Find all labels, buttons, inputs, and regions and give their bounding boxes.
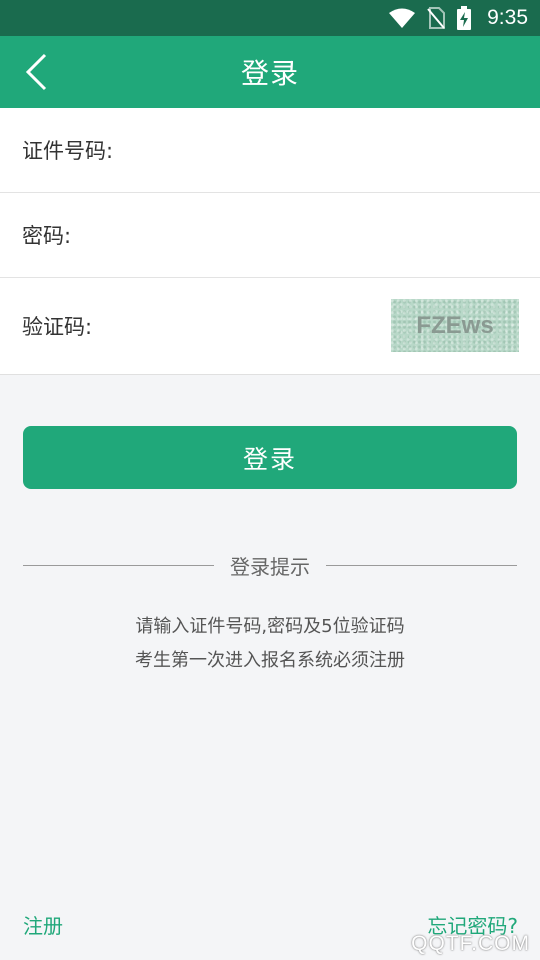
no-sim-icon (427, 7, 446, 29)
captcha-image[interactable]: FZEws (391, 299, 519, 352)
login-button[interactable]: 登录 (23, 426, 517, 489)
wifi-icon (389, 8, 416, 28)
watermark: QQTF.COM (411, 932, 530, 955)
captcha-label: 验证码: (22, 315, 93, 339)
captcha-row: 验证码: FZEws (0, 278, 540, 374)
password-row: 密码: (0, 193, 540, 278)
captcha-input[interactable] (92, 278, 380, 374)
id-number-input[interactable] (113, 108, 540, 192)
password-label: 密码: (22, 224, 72, 248)
battery-charging-icon (457, 6, 472, 30)
chevron-left-icon (25, 53, 47, 91)
password-input[interactable] (71, 193, 540, 277)
tip-text-1: 请输入证件号码,密码及5位验证码 (135, 616, 405, 637)
back-button[interactable] (18, 52, 54, 92)
status-time: 9:35 (487, 6, 528, 29)
divider (0, 374, 540, 375)
status-bar: 9:35 (0, 0, 540, 36)
login-form: 证件号码: 密码: 验证码: FZEws (0, 108, 540, 374)
divider-left (23, 564, 214, 566)
tip-text-2: 考生第一次进入报名系统必须注册 (135, 650, 405, 671)
tips-header: 登录提示 (23, 548, 517, 582)
app-bar: 登录 (0, 36, 540, 108)
id-number-row: 证件号码: (0, 108, 540, 193)
register-link[interactable]: 注册 (23, 910, 63, 939)
id-number-label: 证件号码: (22, 139, 114, 163)
tips-title: 登录提示 (230, 554, 310, 579)
divider-right (326, 564, 517, 566)
page-title: 登录 (240, 57, 299, 90)
